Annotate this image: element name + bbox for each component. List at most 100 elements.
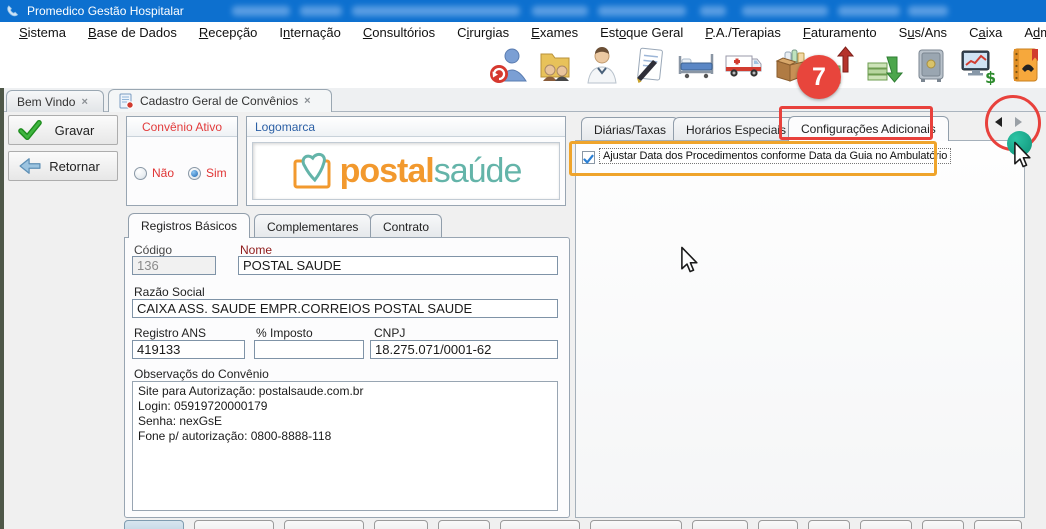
hospital-bed-icon[interactable] <box>676 45 716 85</box>
expenses-down-icon[interactable] <box>864 45 904 85</box>
tab-configuracoes-adicionais-label: Configurações Adicionais <box>801 122 936 136</box>
codigo-field[interactable] <box>132 256 216 275</box>
logo-image: postal saúde <box>252 142 560 200</box>
bottom-tab-stub[interactable] <box>124 520 184 529</box>
back-arrow-icon <box>18 157 42 175</box>
redacted-text-blob <box>700 6 726 16</box>
tab-complementares-label: Complementares <box>267 220 358 234</box>
logo-word-postal: postal <box>340 154 434 188</box>
menu-item-recep-o[interactable]: Recepção <box>188 25 269 40</box>
configuracoes-adicionais-panel <box>575 140 1025 518</box>
bottom-tab-stub[interactable] <box>922 520 964 529</box>
tab-horarios-especiais-label: Horários Especiais <box>686 123 786 137</box>
tab-bem-vindo[interactable]: Bem Vindo × <box>6 90 104 112</box>
contract-icon[interactable] <box>629 45 669 85</box>
toolbar-icons: $ <box>488 45 1045 85</box>
menu-item-consult-rios[interactable]: Consultórios <box>352 25 446 40</box>
redacted-text-blob <box>598 6 686 16</box>
click-indicator-dot <box>1007 131 1032 156</box>
window-title: Promedico Gestão Hospitalar <box>27 4 184 18</box>
menu-item-estoque-geral[interactable]: Estoque Geral <box>589 25 694 40</box>
menu-item-interna-o[interactable]: Internação <box>268 25 351 40</box>
phonebook-icon[interactable] <box>1005 45 1045 85</box>
menu-item-base-de-dados[interactable]: Base de Dados <box>77 25 188 40</box>
tab-bem-vindo-label: Bem Vindo <box>17 95 75 109</box>
ambulance-icon[interactable] <box>723 45 763 85</box>
imposto-label: % Imposto <box>256 326 313 340</box>
menu-item-sistema[interactable]: Sistema <box>8 25 77 40</box>
bottom-tab-stub[interactable] <box>692 520 748 529</box>
tab-cadastro-label: Cadastro Geral de Convênios <box>140 94 298 108</box>
tab-horarios-especiais[interactable]: Horários Especiais <box>673 117 799 141</box>
bottom-tab-stub[interactable] <box>500 520 580 529</box>
menu-item-faturamento[interactable]: Faturamento <box>792 25 888 40</box>
tab-diarias-taxas[interactable]: Diárias/Taxas <box>581 117 679 141</box>
redacted-text-blob <box>838 6 900 16</box>
radio-checked-icon[interactable] <box>188 167 201 180</box>
menu-item-cirurgias[interactable]: Cirurgias <box>446 25 520 40</box>
registro-ans-field[interactable] <box>132 340 245 359</box>
user-sync-icon[interactable] <box>488 45 528 85</box>
menu-item-p-a-terapias[interactable]: P.A./Terapias <box>694 25 792 40</box>
radio-nao[interactable]: Não <box>134 166 174 180</box>
app-phone-icon <box>6 4 21 19</box>
menu-item-caixa[interactable]: Caixa <box>958 25 1013 40</box>
nome-field[interactable] <box>238 256 558 275</box>
redacted-text-blob <box>352 6 520 16</box>
redacted-text-blob <box>532 6 588 16</box>
document-icon <box>119 93 134 109</box>
radio-sim-label: Sim <box>206 166 227 180</box>
redacted-text-blob <box>908 6 948 16</box>
ajustar-data-checkbox-label[interactable]: Ajustar Data dos Procedimentos conforme … <box>599 148 951 164</box>
save-button[interactable]: Gravar <box>8 115 118 145</box>
redacted-text-blob <box>232 6 290 16</box>
bottom-tab-bar <box>124 520 1022 529</box>
razao-social-label: Razão Social <box>134 285 205 299</box>
observacoes-label: Observaçõs do Convênio <box>134 367 269 381</box>
menu-item-exames[interactable]: Exames <box>520 25 589 40</box>
convenio-ativo-group: Convênio Ativo <box>126 116 238 206</box>
convenio-ativo-title: Convênio Ativo <box>127 117 237 137</box>
tab-contrato[interactable]: Contrato <box>370 214 442 238</box>
promedico-window: Promedico Gestão Hospitalar SistemaBase … <box>0 0 1046 529</box>
bottom-tab-stub[interactable] <box>860 520 912 529</box>
radio-unchecked-icon[interactable] <box>134 167 147 180</box>
doctor-icon[interactable] <box>582 45 622 85</box>
tab-registros-basicos[interactable]: Registros Básicos <box>128 213 250 238</box>
title-bar: Promedico Gestão Hospitalar <box>0 0 1046 22</box>
cnpj-field[interactable] <box>370 340 558 359</box>
bottom-tab-stub[interactable] <box>758 520 798 529</box>
bottom-tab-stub[interactable] <box>808 520 850 529</box>
bottom-tab-stub[interactable] <box>194 520 274 529</box>
tab-scroll-left-icon[interactable] <box>995 117 1002 127</box>
codigo-label: Código <box>134 243 172 257</box>
observacoes-field[interactable]: Site para Autorização: postalsaude.com.b… <box>132 381 558 511</box>
bottom-tab-stub[interactable] <box>374 520 428 529</box>
bottom-tab-stub[interactable] <box>974 520 1022 529</box>
tab-configuracoes-adicionais[interactable]: Configurações Adicionais <box>788 116 949 141</box>
return-button[interactable]: Retornar <box>8 151 118 181</box>
menu-item-administra-o[interactable]: Administração <box>1013 25 1046 40</box>
radio-sim[interactable]: Sim <box>188 166 227 180</box>
imposto-field[interactable] <box>254 340 364 359</box>
return-button-label: Retornar <box>42 159 117 174</box>
finance-monitor-icon[interactable]: $ <box>958 45 998 85</box>
menu-item-sus-ans[interactable]: Sus/Ans <box>888 25 958 40</box>
safe-icon[interactable] <box>911 45 951 85</box>
radio-nao-label: Não <box>152 166 174 180</box>
bottom-tab-stub[interactable] <box>284 520 364 529</box>
tab-scroll-right-icon[interactable] <box>1015 117 1022 127</box>
bottom-tab-stub[interactable] <box>438 520 490 529</box>
tab-close-icon[interactable]: × <box>81 96 87 108</box>
tab-cadastro-convenios[interactable]: Cadastro Geral de Convênios × <box>108 89 332 112</box>
razao-social-field[interactable] <box>132 299 558 318</box>
left-edge-strip <box>0 88 4 529</box>
bottom-tab-stub[interactable] <box>590 520 682 529</box>
users-folder-icon[interactable] <box>535 45 575 85</box>
ajustar-data-checkbox[interactable] <box>582 151 595 164</box>
tab-close-icon[interactable]: × <box>304 95 310 107</box>
redacted-text-blob <box>742 6 828 16</box>
tab-complementares[interactable]: Complementares <box>254 214 371 238</box>
tab-registros-basicos-label: Registros Básicos <box>141 219 237 233</box>
menu-bar: SistemaBase de DadosRecepçãoInternaçãoCo… <box>0 22 1046 42</box>
